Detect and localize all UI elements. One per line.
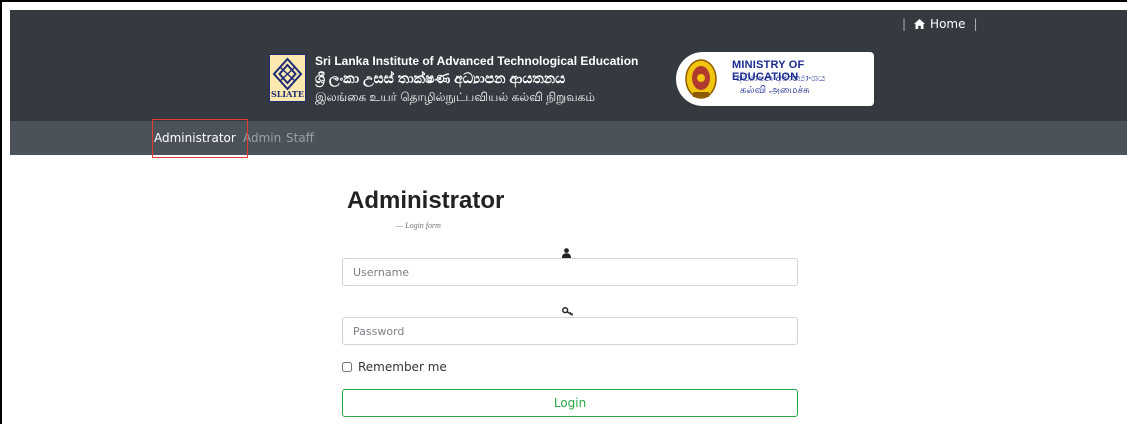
password-input[interactable] [342, 317, 798, 345]
home-link[interactable]: Home [914, 17, 965, 31]
remember-me-label: Remember me [358, 360, 447, 374]
separator: | [973, 17, 978, 31]
ministry-emblem-icon [685, 59, 717, 99]
sliate-logo: SLIATE [269, 54, 306, 102]
highlight-box [152, 119, 248, 158]
page-subtitle: — Login form [396, 221, 441, 230]
institute-name-sinhala: ශ්‍රී ලංකා උසස් තාක්ෂණ අධ්‍යාපන ආයතනය [315, 70, 566, 86]
remember-me[interactable]: Remember me [342, 360, 447, 374]
home-icon [914, 19, 926, 29]
top-bar: | Home | [10, 10, 1127, 38]
username-input[interactable] [342, 258, 798, 286]
login-button[interactable]: Login [342, 389, 798, 417]
institute-name-tamil: இலங்கை உயர் தொழில்நுட்பவியல் கல்வி நிறுவ… [315, 90, 595, 104]
ministry-name-sinhala: අධ්‍යාපන අමාත්‍යාංශය [736, 73, 826, 84]
institute-name: Sri Lanka Institute of Advanced Technolo… [315, 54, 638, 106]
home-nav: | Home | [902, 17, 978, 31]
home-label: Home [930, 17, 966, 31]
logo-text: SLIATE [271, 89, 304, 99]
header-banner: SLIATE Sri Lanka Institute of Advanced T… [10, 38, 1127, 121]
user-icon [562, 248, 571, 258]
nav-item-staff[interactable]: Staff [286, 131, 314, 145]
ministry-name-tamil: கல்வி அமைச்சு [740, 85, 810, 96]
separator: | [902, 17, 907, 31]
ministry-logo: MINISTRY OF EDUCATION අධ්‍යාපන අමාත්‍යාං… [676, 52, 874, 106]
key-icon [562, 307, 574, 316]
page-title: Administrator [347, 187, 505, 214]
nav-item-admin[interactable]: Admin [243, 131, 281, 145]
institute-name-english: Sri Lanka Institute of Advanced Technolo… [315, 54, 639, 68]
remember-me-checkbox[interactable] [342, 362, 352, 372]
